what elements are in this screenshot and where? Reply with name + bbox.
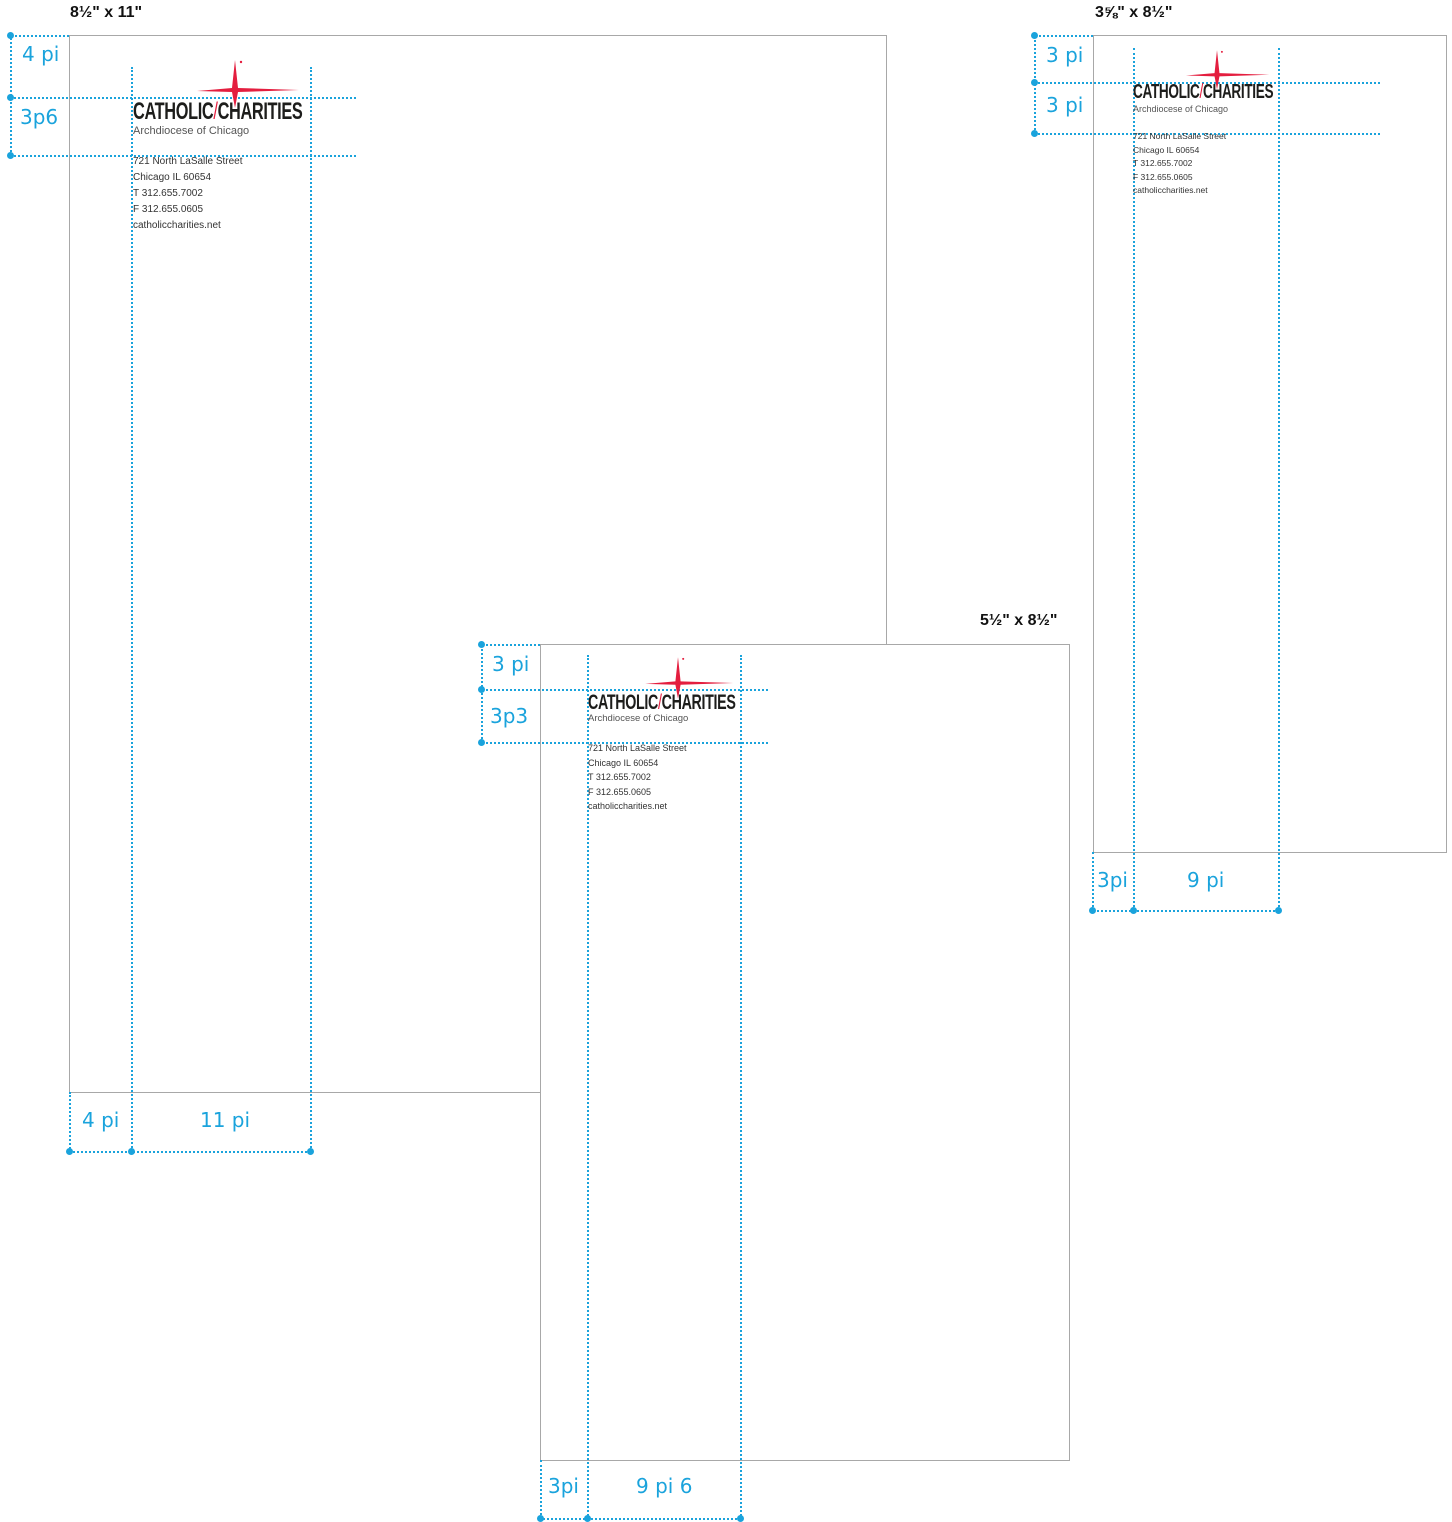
guide-dot bbox=[7, 32, 14, 39]
subline-narrow: Archdiocese of Chicago bbox=[1133, 104, 1229, 114]
measure-column-width: 9 pi 6 bbox=[636, 1474, 693, 1498]
address-fax: F 312.655.0605 bbox=[1133, 171, 1193, 182]
guide-column-right bbox=[1278, 48, 1280, 911]
wordmark-left: CATHOLIC bbox=[588, 691, 658, 714]
address-phone: T 312.655.7002 bbox=[133, 188, 203, 199]
size-title-letter: 8½" x 11" bbox=[70, 4, 143, 21]
address-web: catholiccharities.net bbox=[1133, 185, 1208, 195]
guide-page-left bbox=[540, 1460, 542, 1519]
address-phone: T 312.655.7002 bbox=[588, 772, 651, 782]
guide-dot bbox=[1275, 907, 1282, 914]
wordmark: CATHOLIC/CHARITIES bbox=[1133, 81, 1274, 103]
guide-dot bbox=[1089, 907, 1096, 914]
guide-dot bbox=[478, 739, 485, 746]
guide-top-edge bbox=[1035, 35, 1093, 37]
measure-left-margin: 3pi bbox=[1097, 868, 1128, 892]
measure-left-margin: 3pi bbox=[548, 1474, 579, 1498]
address-city: Chicago IL 60654 bbox=[588, 757, 659, 768]
wordmark: CATHOLIC/CHARITIES bbox=[588, 691, 736, 714]
wordmark-left: CATHOLIC bbox=[1133, 81, 1200, 103]
address-city: Chicago IL 60654 bbox=[1133, 144, 1200, 155]
logo-half: CATHOLIC/CHARITIES bbox=[588, 655, 744, 713]
guide-dot bbox=[1130, 907, 1137, 914]
guide-dot bbox=[737, 1515, 744, 1522]
logo-letter: CATHOLIC/CHARITIES bbox=[133, 58, 313, 124]
guide-dot bbox=[66, 1148, 73, 1155]
address-web: catholiccharities.net bbox=[588, 801, 668, 811]
wordmark-left: CATHOLIC bbox=[133, 98, 214, 125]
address-phone: T 312.655.7002 bbox=[1133, 158, 1193, 168]
address-city: Chicago IL 60654 bbox=[133, 172, 212, 183]
guide-top-edge bbox=[482, 644, 540, 646]
guide-dot bbox=[1031, 130, 1038, 137]
guide-column-right bbox=[310, 67, 312, 1152]
measure-column-width: 9 pi bbox=[1187, 868, 1225, 892]
logo-narrow: CATHOLIC/CHARITIES bbox=[1133, 48, 1281, 102]
wordmark: CATHOLIC/CHARITIES bbox=[133, 98, 303, 125]
guide-column-right bbox=[740, 655, 742, 1519]
address-narrow: 721 North LaSalle Street Chicago IL 6065… bbox=[1133, 130, 1226, 198]
address-web: catholiccharities.net bbox=[133, 220, 221, 231]
wordmark-right: CHARITIES bbox=[1202, 81, 1274, 103]
measure-logo-height: 3p6 bbox=[20, 105, 59, 129]
guide-dot bbox=[1031, 32, 1038, 39]
measure-left-margin: 4 pi bbox=[82, 1108, 120, 1132]
guide-dot bbox=[537, 1515, 544, 1522]
address-street: 721 North LaSalle Street bbox=[588, 743, 687, 753]
guide-dot bbox=[7, 94, 14, 101]
guide-dot bbox=[307, 1148, 314, 1155]
address-fax: F 312.655.0605 bbox=[588, 786, 652, 797]
guide-dot bbox=[7, 152, 14, 159]
size-title-half: 5½" x 8½" bbox=[980, 612, 1058, 629]
address-half: 721 North LaSalle Street Chicago IL 6065… bbox=[588, 741, 687, 814]
guide-bottom bbox=[69, 1151, 311, 1153]
address-fax: F 312.655.0605 bbox=[133, 204, 204, 215]
wordmark-right: CHARITIES bbox=[217, 98, 303, 125]
guide-dot bbox=[1031, 79, 1038, 86]
guide-dot bbox=[128, 1148, 135, 1155]
guide-dot bbox=[478, 686, 485, 693]
guide-dot bbox=[584, 1515, 591, 1522]
measure-top: 3 pi bbox=[1046, 43, 1084, 67]
size-title-narrow: 3⅝" x 8½" bbox=[1095, 4, 1173, 21]
measure-column-width: 11 pi bbox=[200, 1108, 251, 1132]
guide-page-left bbox=[1092, 852, 1094, 911]
guide-bottom bbox=[1092, 910, 1279, 912]
measure-logo-height: 3 pi bbox=[1046, 93, 1084, 117]
measure-top: 3 pi bbox=[492, 652, 530, 676]
subline-half: Archdiocese of Chicago bbox=[588, 713, 689, 724]
address-street: 721 North LaSalle Street bbox=[1133, 131, 1227, 141]
address-letter: 721 North LaSalle Street Chicago IL 6065… bbox=[133, 154, 243, 234]
address-street: 721 North LaSalle Street bbox=[133, 156, 243, 167]
subline-letter: Archdiocese of Chicago bbox=[133, 125, 250, 137]
guide-page-left bbox=[69, 1092, 71, 1152]
measure-logo-height: 3p3 bbox=[490, 704, 529, 728]
guide-top-edge bbox=[11, 35, 69, 37]
measure-top: 4 pi bbox=[22, 42, 60, 66]
guide-bottom bbox=[540, 1518, 741, 1520]
wordmark-right: CHARITIES bbox=[661, 691, 736, 714]
guide-dot bbox=[478, 641, 485, 648]
guide-vertical-left bbox=[481, 644, 483, 743]
